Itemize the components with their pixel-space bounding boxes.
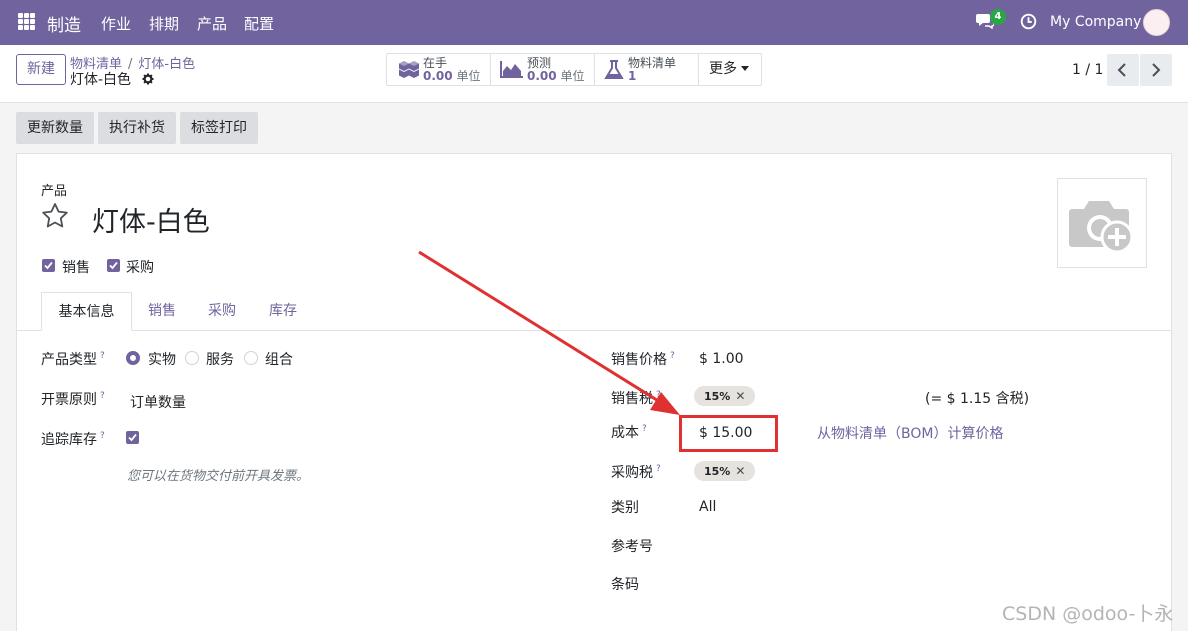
type-service-radio[interactable] [185, 351, 199, 365]
tab-inventory[interactable]: 库存 [253, 292, 313, 331]
more-dropdown[interactable]: 更多 [699, 54, 761, 85]
tab-sales[interactable]: 销售 [132, 292, 192, 331]
update-quantity-button[interactable]: 更新数量 [16, 112, 94, 144]
purchase-ok-checkbox[interactable] [107, 259, 120, 272]
record-title-text: 灯体-白色 [70, 72, 132, 88]
track-inventory-label: 追踪库存? [41, 431, 105, 448]
area-chart-icon [500, 61, 523, 78]
category-value[interactable]: All [699, 499, 716, 515]
sale-ok-checkbox[interactable] [42, 259, 55, 272]
chat-count-badge: 4 [990, 9, 1006, 25]
purchase-tax-label: 采购税? [611, 464, 661, 481]
type-service-label: 服务 [206, 352, 234, 368]
app-brand[interactable]: 制造 [47, 11, 81, 36]
pager-next-button[interactable] [1140, 54, 1172, 86]
reference-label: 参考号 [611, 539, 653, 555]
pager-previous-button[interactable] [1107, 54, 1139, 86]
flask-icon [604, 60, 624, 79]
smart-button-bom[interactable]: 物料清单 1 [595, 54, 699, 85]
clock-icon[interactable] [1020, 13, 1037, 30]
record-title: 灯体-白色 [70, 69, 154, 89]
chevron-right-icon [1152, 63, 1161, 77]
sales-price-value[interactable]: $ 1.00 [699, 351, 744, 367]
sales-tax-included: (= $ 1.15 含税) [925, 391, 1030, 407]
invoice-hint: 您可以在货物交付前开具发票。 [127, 469, 310, 484]
invoice-policy-value[interactable]: 订单数量 [130, 392, 186, 412]
invoice-policy-label: 开票原则? [41, 391, 105, 408]
forecast-value: 0.00 单位 [527, 69, 585, 83]
remove-tag-icon[interactable]: ✕ [735, 464, 745, 478]
watermark: CSDN @odoo-卜永 [1002, 603, 1174, 625]
top-navbar: 制造 作业 排期 产品 配置 4 My Company [0, 0, 1188, 45]
type-goods-radio[interactable] [126, 351, 140, 365]
check-icon [128, 433, 137, 442]
product-type-label: 产品类型? [41, 351, 105, 368]
gear-icon[interactable] [142, 73, 154, 85]
sales-price-label: 销售价格? [611, 351, 675, 368]
category-label: 类别 [611, 500, 639, 516]
check-icon [44, 261, 53, 270]
sales-tax-tag[interactable]: 15% ✕ [694, 386, 756, 406]
menu-planning[interactable]: 排期 [149, 13, 179, 34]
sales-tax-label: 销售税? [611, 390, 661, 407]
type-goods-label: 实物 [148, 352, 176, 368]
print-labels-button[interactable]: 标签打印 [180, 112, 258, 144]
sale-ok-label: 销售 [62, 260, 90, 276]
bom-count: 1 [628, 69, 637, 83]
caret-down-icon [741, 66, 749, 71]
camera-plus-icon [1069, 201, 1134, 254]
more-label: 更多 [709, 61, 737, 77]
new-button[interactable]: 新建 [16, 54, 66, 85]
purchase-ok-label: 采购 [126, 260, 154, 276]
barcode-label: 条码 [611, 577, 639, 593]
pager-value[interactable]: 1 / 1 [1072, 62, 1103, 78]
track-inventory-checkbox[interactable] [126, 431, 139, 444]
type-combo-label: 组合 [265, 352, 293, 368]
menu-operations[interactable]: 作业 [101, 13, 131, 34]
replenish-button[interactable]: 执行补货 [98, 112, 176, 144]
product-image-upload[interactable] [1057, 178, 1147, 268]
smart-buttons: 在手 0.00 单位 预测 0.00 单位 物料清单 1 更多 [386, 53, 762, 86]
cost-label: 成本? [611, 424, 647, 441]
menu-products[interactable]: 产品 [197, 13, 227, 34]
menu-configuration[interactable]: 配置 [244, 13, 274, 34]
company-switcher[interactable]: My Company [1050, 14, 1141, 30]
compute-price-from-bom-link[interactable]: 从物料清单（BOM）计算价格 [817, 423, 1003, 443]
tab-general-info[interactable]: 基本信息 [41, 292, 132, 331]
apps-menu-icon[interactable] [18, 13, 35, 30]
check-icon [109, 261, 118, 270]
chevron-left-icon [1117, 63, 1126, 77]
cost-highlight-box [679, 415, 778, 452]
tab-purchase[interactable]: 采购 [192, 292, 252, 331]
product-label: 产品 [41, 184, 68, 199]
purchase-tax-tag[interactable]: 15% ✕ [694, 461, 756, 481]
on-hand-value: 0.00 单位 [423, 69, 481, 83]
smart-button-on-hand[interactable]: 在手 0.00 单位 [387, 54, 491, 85]
cubes-icon [399, 61, 419, 78]
type-combo-radio[interactable] [244, 351, 258, 365]
star-icon[interactable] [41, 202, 69, 229]
user-avatar[interactable] [1143, 9, 1170, 36]
product-name[interactable]: 灯体-白色 [92, 200, 210, 239]
remove-tag-icon[interactable]: ✕ [735, 389, 745, 403]
smart-button-forecast[interactable]: 预测 0.00 单位 [491, 54, 595, 85]
control-panel: 新建 物料清单 / 灯体-白色 灯体-白色 在手 0.00 单位 预测 0.00… [0, 45, 1188, 103]
form-sheet: 产品 灯体-白色 销售 采购 基本信息 销售 采购 库存 产品类型? 实物 服务… [16, 153, 1172, 631]
